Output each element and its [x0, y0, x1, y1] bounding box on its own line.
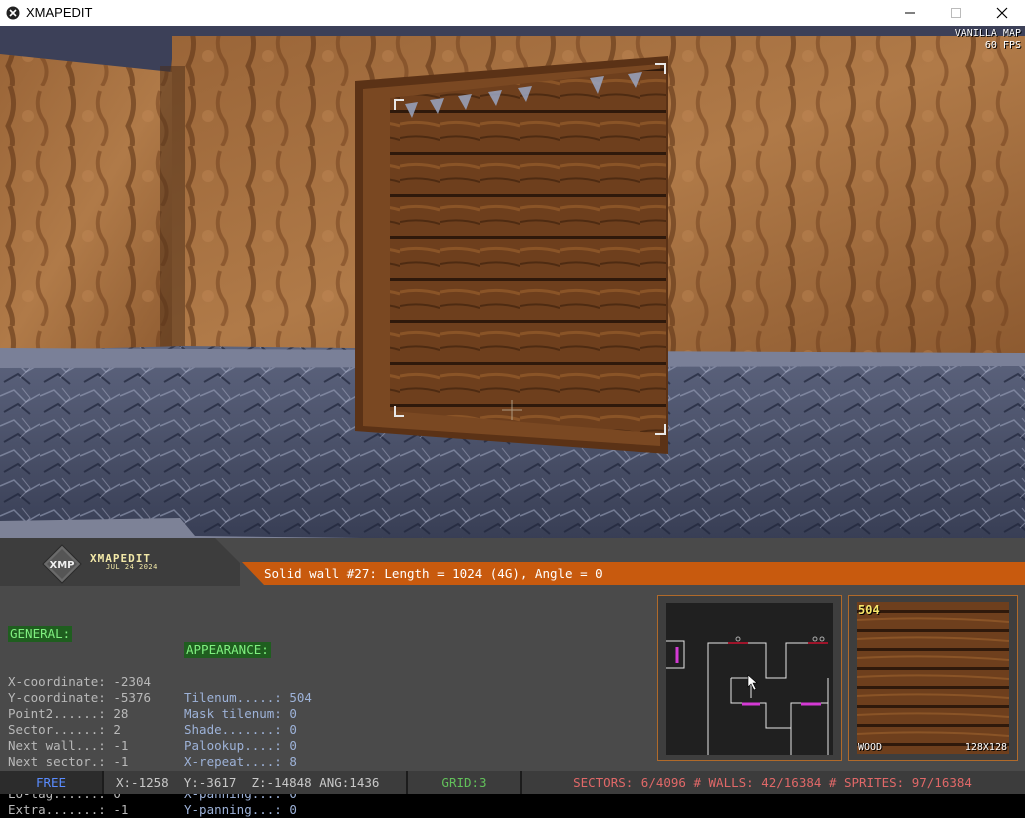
logo-badge-text: XMP — [50, 560, 75, 571]
general-row-value: 2 — [113, 722, 121, 737]
3d-viewport[interactable]: VANILLA MAP 60 FPS — [0, 26, 1025, 561]
appearance-row: Shade.......: 0 — [184, 722, 312, 738]
general-row-key: Extra.......: — [8, 802, 106, 817]
map-name: VANILLA MAP — [954, 28, 1021, 39]
fps-counter: 60 FPS — [984, 40, 1021, 51]
appearance-row-value: 0 — [289, 722, 297, 737]
tile-name: WOOD — [858, 742, 883, 753]
general-row-key: Sector......: — [8, 722, 106, 737]
logo-date: JUL 24 2024 — [106, 563, 158, 571]
3d-scene — [0, 26, 1025, 561]
maximize-button[interactable] — [933, 0, 979, 26]
general-row-key: X-coordinate: — [8, 674, 106, 689]
appearance-row-value: 504 — [289, 690, 312, 705]
tile-preview[interactable]: 504 WOOD 128X128 — [857, 602, 1009, 754]
window-titlebar[interactable]: XMAPEDIT — [0, 0, 1025, 27]
appearance-row-key: X-repeat....: — [184, 754, 282, 769]
appearance-row: X-repeat....: 8 — [184, 754, 312, 770]
status-bar: FREE X:-1258 Y:-3617 Z:-14848 ANG:1436 G… — [0, 771, 1025, 794]
general-row-value: -2304 — [113, 674, 152, 689]
app-icon — [6, 6, 20, 20]
general-row-value: -5376 — [113, 690, 152, 705]
general-row-value: -1 — [113, 738, 129, 753]
general-row-key: Next wall...: — [8, 738, 106, 753]
general-row-value: -1 — [113, 802, 129, 817]
tile-preview-frame: 504 WOOD 128X128 — [848, 595, 1018, 761]
general-row-value: 28 — [113, 706, 129, 721]
camera-coordinates: X:-1258 Y:-3617 Z:-14848 ANG:1436 — [116, 775, 380, 790]
appearance-row: Tilenum.....: 504 — [184, 690, 312, 706]
appearance-row: Palookup....: 0 — [184, 738, 312, 754]
appearance-row: Y-panning...: 0 — [184, 802, 312, 818]
logo-area: XMP XMAPEDIT JUL 24 2024 — [0, 538, 240, 586]
tile-size: 128X128 — [964, 742, 1007, 753]
general-row-key: Y-coordinate: — [8, 690, 106, 705]
xmp-logo-icon: XMP — [42, 544, 82, 584]
appearance-row-value: 0 — [289, 738, 297, 753]
maximize-icon — [951, 8, 961, 18]
window-title: XMAPEDIT — [26, 5, 93, 20]
general-heading: GENERAL: — [8, 626, 73, 642]
general-row: Extra.......: -1 — [8, 802, 151, 818]
edit-mode[interactable]: FREE — [0, 771, 104, 794]
player-cursor-icon — [747, 674, 758, 691]
minimize-button[interactable] — [887, 0, 933, 26]
appearance-row-value: 8 — [289, 754, 297, 769]
appearance-heading: APPEARANCE: — [184, 642, 271, 658]
minimap-frame — [657, 595, 842, 761]
appearance-row: Mask tilenum: 0 — [184, 706, 312, 722]
appearance-row-key: Shade.......: — [184, 722, 282, 737]
appearance-row-key: Y-panning...: — [184, 802, 282, 817]
grid-size[interactable]: GRID:3 — [406, 771, 522, 794]
appearance-row-value: 0 — [289, 802, 297, 817]
close-icon — [996, 7, 1008, 19]
close-button[interactable] — [979, 0, 1025, 26]
info-panel: XMP XMAPEDIT JUL 24 2024 Solid wall #27:… — [0, 538, 1025, 817]
appearance-row-key: Palookup....: — [184, 738, 282, 753]
minimap-drawing — [666, 636, 829, 755]
general-row: Next sector.: -1 — [8, 754, 151, 770]
general-row-key: Point2......: — [8, 706, 106, 721]
appearance-row-value: 0 — [289, 706, 297, 721]
selection-message-bar: Solid wall #27: Length = 1024 (4G), Angl… — [242, 562, 1025, 585]
appearance-row-key: Mask tilenum: — [184, 706, 282, 721]
minimize-icon — [905, 12, 915, 14]
tile-number: 504 — [858, 603, 880, 617]
general-row: X-coordinate: -2304 — [8, 674, 151, 690]
map-stats: SECTORS: 6/4096 # WALLS: 42/16384 # SPRI… — [573, 775, 972, 790]
general-row: Next wall...: -1 — [8, 738, 151, 754]
appearance-row-key: Tilenum.....: — [184, 690, 282, 705]
general-row: Sector......: 2 — [8, 722, 151, 738]
general-row: Point2......: 28 — [8, 706, 151, 722]
map-info-overlay: VANILLA MAP 60 FPS — [955, 28, 1021, 52]
general-row-key: Next sector.: — [8, 754, 106, 769]
general-row-value: -1 — [113, 754, 129, 769]
selection-message: Solid wall #27: Length = 1024 (4G), Angl… — [264, 566, 603, 581]
general-row: Y-coordinate: -5376 — [8, 690, 151, 706]
tile-texture — [857, 602, 1009, 754]
minimap[interactable] — [666, 603, 833, 755]
